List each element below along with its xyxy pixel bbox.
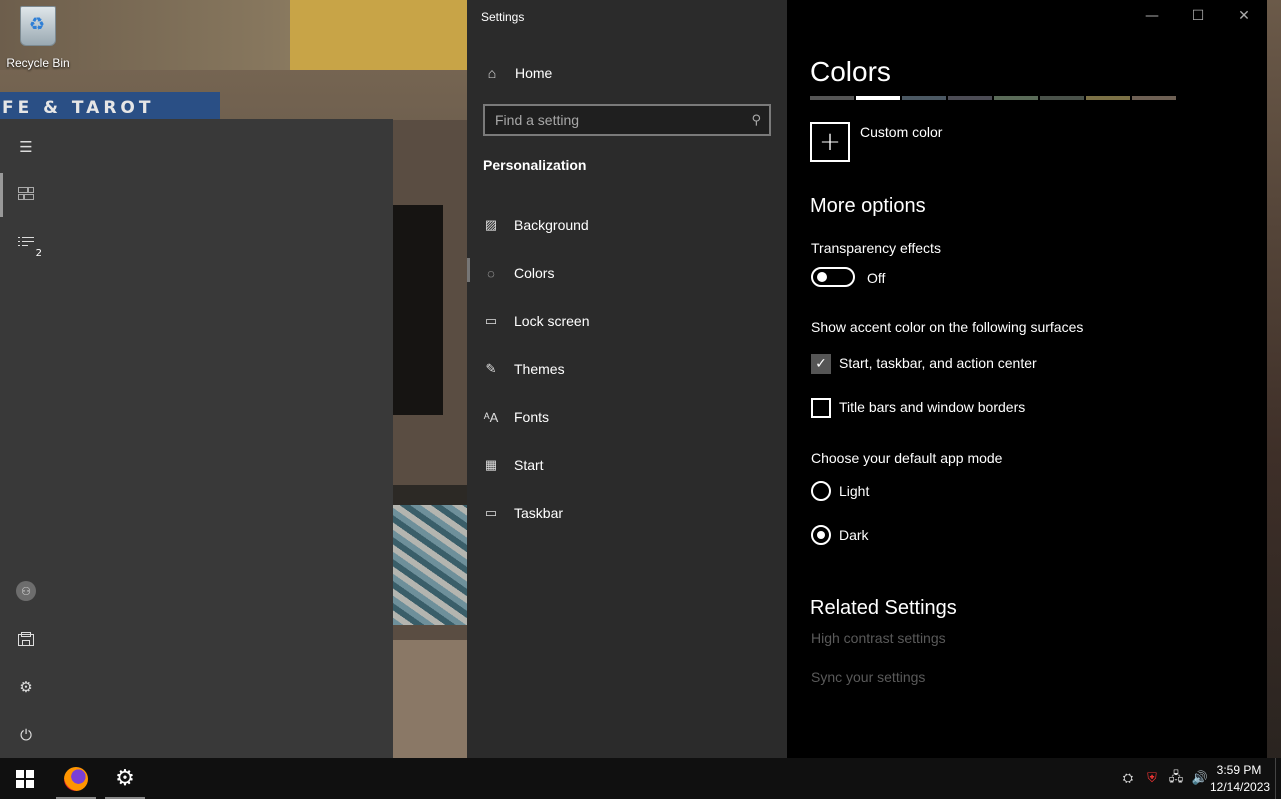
accent-swatch[interactable] bbox=[1132, 96, 1176, 100]
accent-swatch[interactable] bbox=[1040, 96, 1084, 100]
nav-item-fonts[interactable]: ᴬA Fonts bbox=[483, 404, 773, 430]
transparency-label: Transparency effects bbox=[811, 240, 941, 256]
radio-light[interactable] bbox=[811, 481, 831, 501]
clock-time: 3:59 PM bbox=[1216, 763, 1262, 777]
settings-content: — ☐ ✕ Colors + Custom color More options… bbox=[787, 0, 1267, 758]
show-desktop-button[interactable] bbox=[1275, 758, 1281, 799]
accent-swatch[interactable] bbox=[810, 96, 854, 100]
search-icon[interactable]: ⚲ bbox=[751, 113, 761, 128]
app-mode-label: Choose your default app mode bbox=[811, 450, 1003, 466]
minimize-button[interactable]: — bbox=[1129, 0, 1175, 32]
lock-screen-icon: ▭ bbox=[484, 313, 498, 328]
nav-item-label: Taskbar bbox=[514, 505, 564, 521]
accent-swatch[interactable] bbox=[902, 96, 946, 100]
radio-dark[interactable] bbox=[811, 525, 831, 545]
search-input[interactable] bbox=[495, 112, 735, 128]
documents-icon[interactable] bbox=[10, 623, 42, 655]
maximize-button[interactable]: ☐ bbox=[1175, 0, 1221, 32]
power-icon[interactable]: ⏻ bbox=[10, 719, 42, 751]
picture-icon: ▨ bbox=[484, 217, 498, 232]
accent-swatch[interactable] bbox=[948, 96, 992, 100]
taskbar-settings[interactable]: ⚙ bbox=[105, 758, 145, 799]
hamburger-icon[interactable]: ☰ bbox=[10, 131, 42, 163]
related-settings-heading: Related Settings bbox=[810, 597, 957, 619]
start-icon: ▦ bbox=[484, 457, 498, 472]
start-rail: ☰ 2 ⚇ ⚙ ⏻ bbox=[0, 119, 52, 758]
recycle-bin[interactable]: Recycle Bin bbox=[4, 6, 72, 70]
fonts-icon: ᴬA bbox=[483, 409, 499, 425]
taskbar-firefox[interactable] bbox=[56, 758, 96, 799]
page-title: Colors bbox=[810, 56, 891, 87]
taskbar-icon: ▭ bbox=[484, 505, 498, 520]
accent-swatch[interactable] bbox=[856, 96, 900, 100]
transparency-toggle[interactable] bbox=[811, 267, 855, 287]
checkbox-title-bars-label: Title bars and window borders bbox=[839, 399, 1026, 415]
radio-light-label: Light bbox=[839, 483, 870, 499]
custom-color-button[interactable]: + Custom color bbox=[810, 122, 942, 162]
search-box[interactable]: ⚲ bbox=[483, 104, 771, 136]
wallpaper-sign-text: FE & TAROT bbox=[2, 98, 155, 118]
accent-surfaces-label: Show accent color on the following surfa… bbox=[811, 319, 1084, 335]
custom-color-label: Custom color bbox=[860, 124, 943, 140]
home-icon: ⌂ bbox=[487, 65, 497, 81]
windows-logo-icon bbox=[16, 769, 34, 788]
palette-icon: ◌ bbox=[487, 265, 495, 281]
clock-date: 12/14/2023 bbox=[1210, 780, 1271, 794]
nav-item-label: Fonts bbox=[514, 409, 550, 425]
nav-item-label: Background bbox=[514, 217, 589, 233]
accent-swatch[interactable] bbox=[1086, 96, 1130, 100]
themes-icon: ✎ bbox=[485, 361, 497, 376]
firefox-icon bbox=[64, 766, 88, 791]
nav-section-title: Personalization bbox=[483, 157, 587, 173]
nav-item-label: Start bbox=[514, 457, 544, 473]
window-title: Settings bbox=[481, 10, 525, 24]
plus-icon: + bbox=[810, 122, 850, 162]
list-icon[interactable]: 2 bbox=[10, 227, 42, 259]
high-contrast-link[interactable]: High contrast settings bbox=[811, 630, 946, 646]
settings-window: Settings ⌂ Home ⚲ Personalization ▨ Back… bbox=[467, 0, 1267, 758]
settings-gear-icon: ⚙ bbox=[115, 766, 135, 791]
recycle-bin-label: Recycle Bin bbox=[6, 56, 70, 70]
list-badge: 2 bbox=[35, 248, 42, 259]
nav-item-themes[interactable]: ✎ Themes bbox=[483, 356, 773, 382]
sync-settings-link[interactable]: Sync your settings bbox=[811, 669, 925, 685]
radio-dark-label: Dark bbox=[839, 527, 869, 543]
nav-item-taskbar[interactable]: ▭ Taskbar bbox=[483, 500, 773, 526]
checkbox-start-taskbar-label: Start, taskbar, and action center bbox=[839, 355, 1037, 371]
nav-item-start[interactable]: ▦ Start bbox=[483, 452, 773, 478]
tiles-icon[interactable] bbox=[10, 178, 42, 210]
recycle-bin-icon bbox=[20, 6, 56, 46]
network-icon[interactable]: 🖧 bbox=[1166, 758, 1186, 799]
nav-item-lock-screen[interactable]: ▭ Lock screen bbox=[483, 308, 773, 334]
nav-selection-indicator bbox=[467, 258, 470, 282]
nav-item-label: Lock screen bbox=[514, 313, 590, 329]
network-badge-icon[interactable]: ⛭ bbox=[1118, 758, 1138, 799]
checkbox-title-bars[interactable] bbox=[811, 398, 831, 418]
settings-nav: Settings ⌂ Home ⚲ Personalization ▨ Back… bbox=[467, 0, 787, 758]
start-menu: ☰ 2 ⚇ ⚙ ⏻ bbox=[0, 119, 393, 758]
nav-home[interactable]: ⌂ Home bbox=[483, 60, 553, 86]
nav-item-label: Themes bbox=[514, 361, 565, 377]
rail-active-indicator bbox=[0, 173, 3, 217]
security-icon[interactable]: ⛨ bbox=[1142, 758, 1162, 799]
checkbox-start-taskbar[interactable]: ✓ bbox=[811, 354, 831, 374]
nav-item-background[interactable]: ▨ Background bbox=[483, 212, 773, 238]
nav-item-colors[interactable]: ◌ Colors bbox=[483, 260, 773, 286]
transparency-state: Off bbox=[867, 270, 886, 286]
user-icon[interactable]: ⚇ bbox=[10, 575, 42, 607]
avatar: ⚇ bbox=[16, 581, 36, 601]
accent-swatch[interactable] bbox=[994, 96, 1038, 100]
gear-icon[interactable]: ⚙ bbox=[10, 671, 42, 703]
clock[interactable]: 3:59 PM 12/14/2023 bbox=[1210, 762, 1271, 796]
close-button[interactable]: ✕ bbox=[1221, 0, 1267, 32]
volume-icon[interactable]: 🔊 bbox=[1190, 758, 1210, 799]
nav-home-label: Home bbox=[515, 65, 553, 81]
accent-swatches bbox=[810, 96, 1176, 100]
taskbar: ⚙ ⛭ ⛨ 🖧 🔊 3:59 PM 12/14/2023 bbox=[0, 758, 1281, 799]
start-button[interactable] bbox=[0, 758, 50, 799]
more-options-heading: More options bbox=[810, 195, 926, 217]
nav-item-label: Colors bbox=[514, 265, 555, 281]
